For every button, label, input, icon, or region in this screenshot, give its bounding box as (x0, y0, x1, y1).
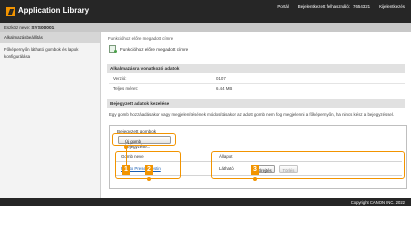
device-bar: Eszköz neve: SYS00001 (0, 23, 411, 32)
portal-link[interactable]: Portál (277, 4, 288, 9)
application-icon (109, 45, 117, 53)
app-name: Funkcióhoz előre megadott címre (120, 46, 189, 52)
version-value: 0107 (216, 76, 226, 81)
user-label: Bejelentkezett felhasználó: (297, 4, 351, 9)
app-heading: Funkcióhoz előre megadott címre (109, 45, 188, 53)
user-id: 7654321 (353, 4, 371, 9)
app-library-logo-icon (6, 7, 15, 16)
device-id: SYS00001 (31, 26, 55, 31)
page-bottom (0, 206, 411, 242)
size-value: 6.44 MB (216, 86, 233, 91)
breadcrumb: Funkcióhoz előre megadott címre (108, 36, 174, 41)
copyright: Copyright CANON INC. 2022 (350, 199, 405, 205)
app-title: Application Library (18, 6, 90, 15)
sidebar: Alkalmazásbeállítás Főképernyőn látható … (0, 32, 101, 198)
sidebar-header[interactable]: Alkalmazásbeállítás (0, 32, 100, 43)
section-registered-data: Bejegyzett adatok kezelése (107, 99, 405, 108)
callout-3-anchor (253, 177, 257, 181)
device-prefix: Eszköz neve: (4, 25, 31, 30)
size-label: Teljes méret: (113, 86, 138, 91)
logged-in-user: Bejelentkezett felhasználó: 7654321 (298, 4, 370, 9)
sidebar-item-configure-buttons[interactable]: Főképernyőn látható gombok és lapok konf… (0, 43, 100, 64)
divider (109, 83, 405, 84)
top-bar: Application Library Portál Bejelentkezet… (0, 0, 411, 23)
version-label: Verzió: (113, 76, 127, 81)
device-name: Eszköz neve: SYS00001 (4, 25, 54, 31)
callout-2-anchor (147, 177, 151, 181)
highlight-status-area (211, 151, 405, 179)
callout-1-leader (125, 147, 127, 165)
logout-link[interactable]: Kijelentkezés (379, 4, 405, 9)
callout-1: 1 (122, 165, 130, 175)
top-links: Portál Bejelentkezett felhasználó: 76543… (277, 4, 405, 9)
callout-2: 2 (145, 165, 153, 175)
section-app-info: Alkalmazásra vonatkozó adatok (107, 64, 405, 73)
footer: Copyright CANON INC. 2022 (0, 198, 411, 206)
registered-description: Egy gomb hozzáadásakor vagy megjelenítés… (109, 112, 395, 117)
highlight-register-button (112, 133, 176, 146)
callout-3: 3 (251, 165, 259, 175)
